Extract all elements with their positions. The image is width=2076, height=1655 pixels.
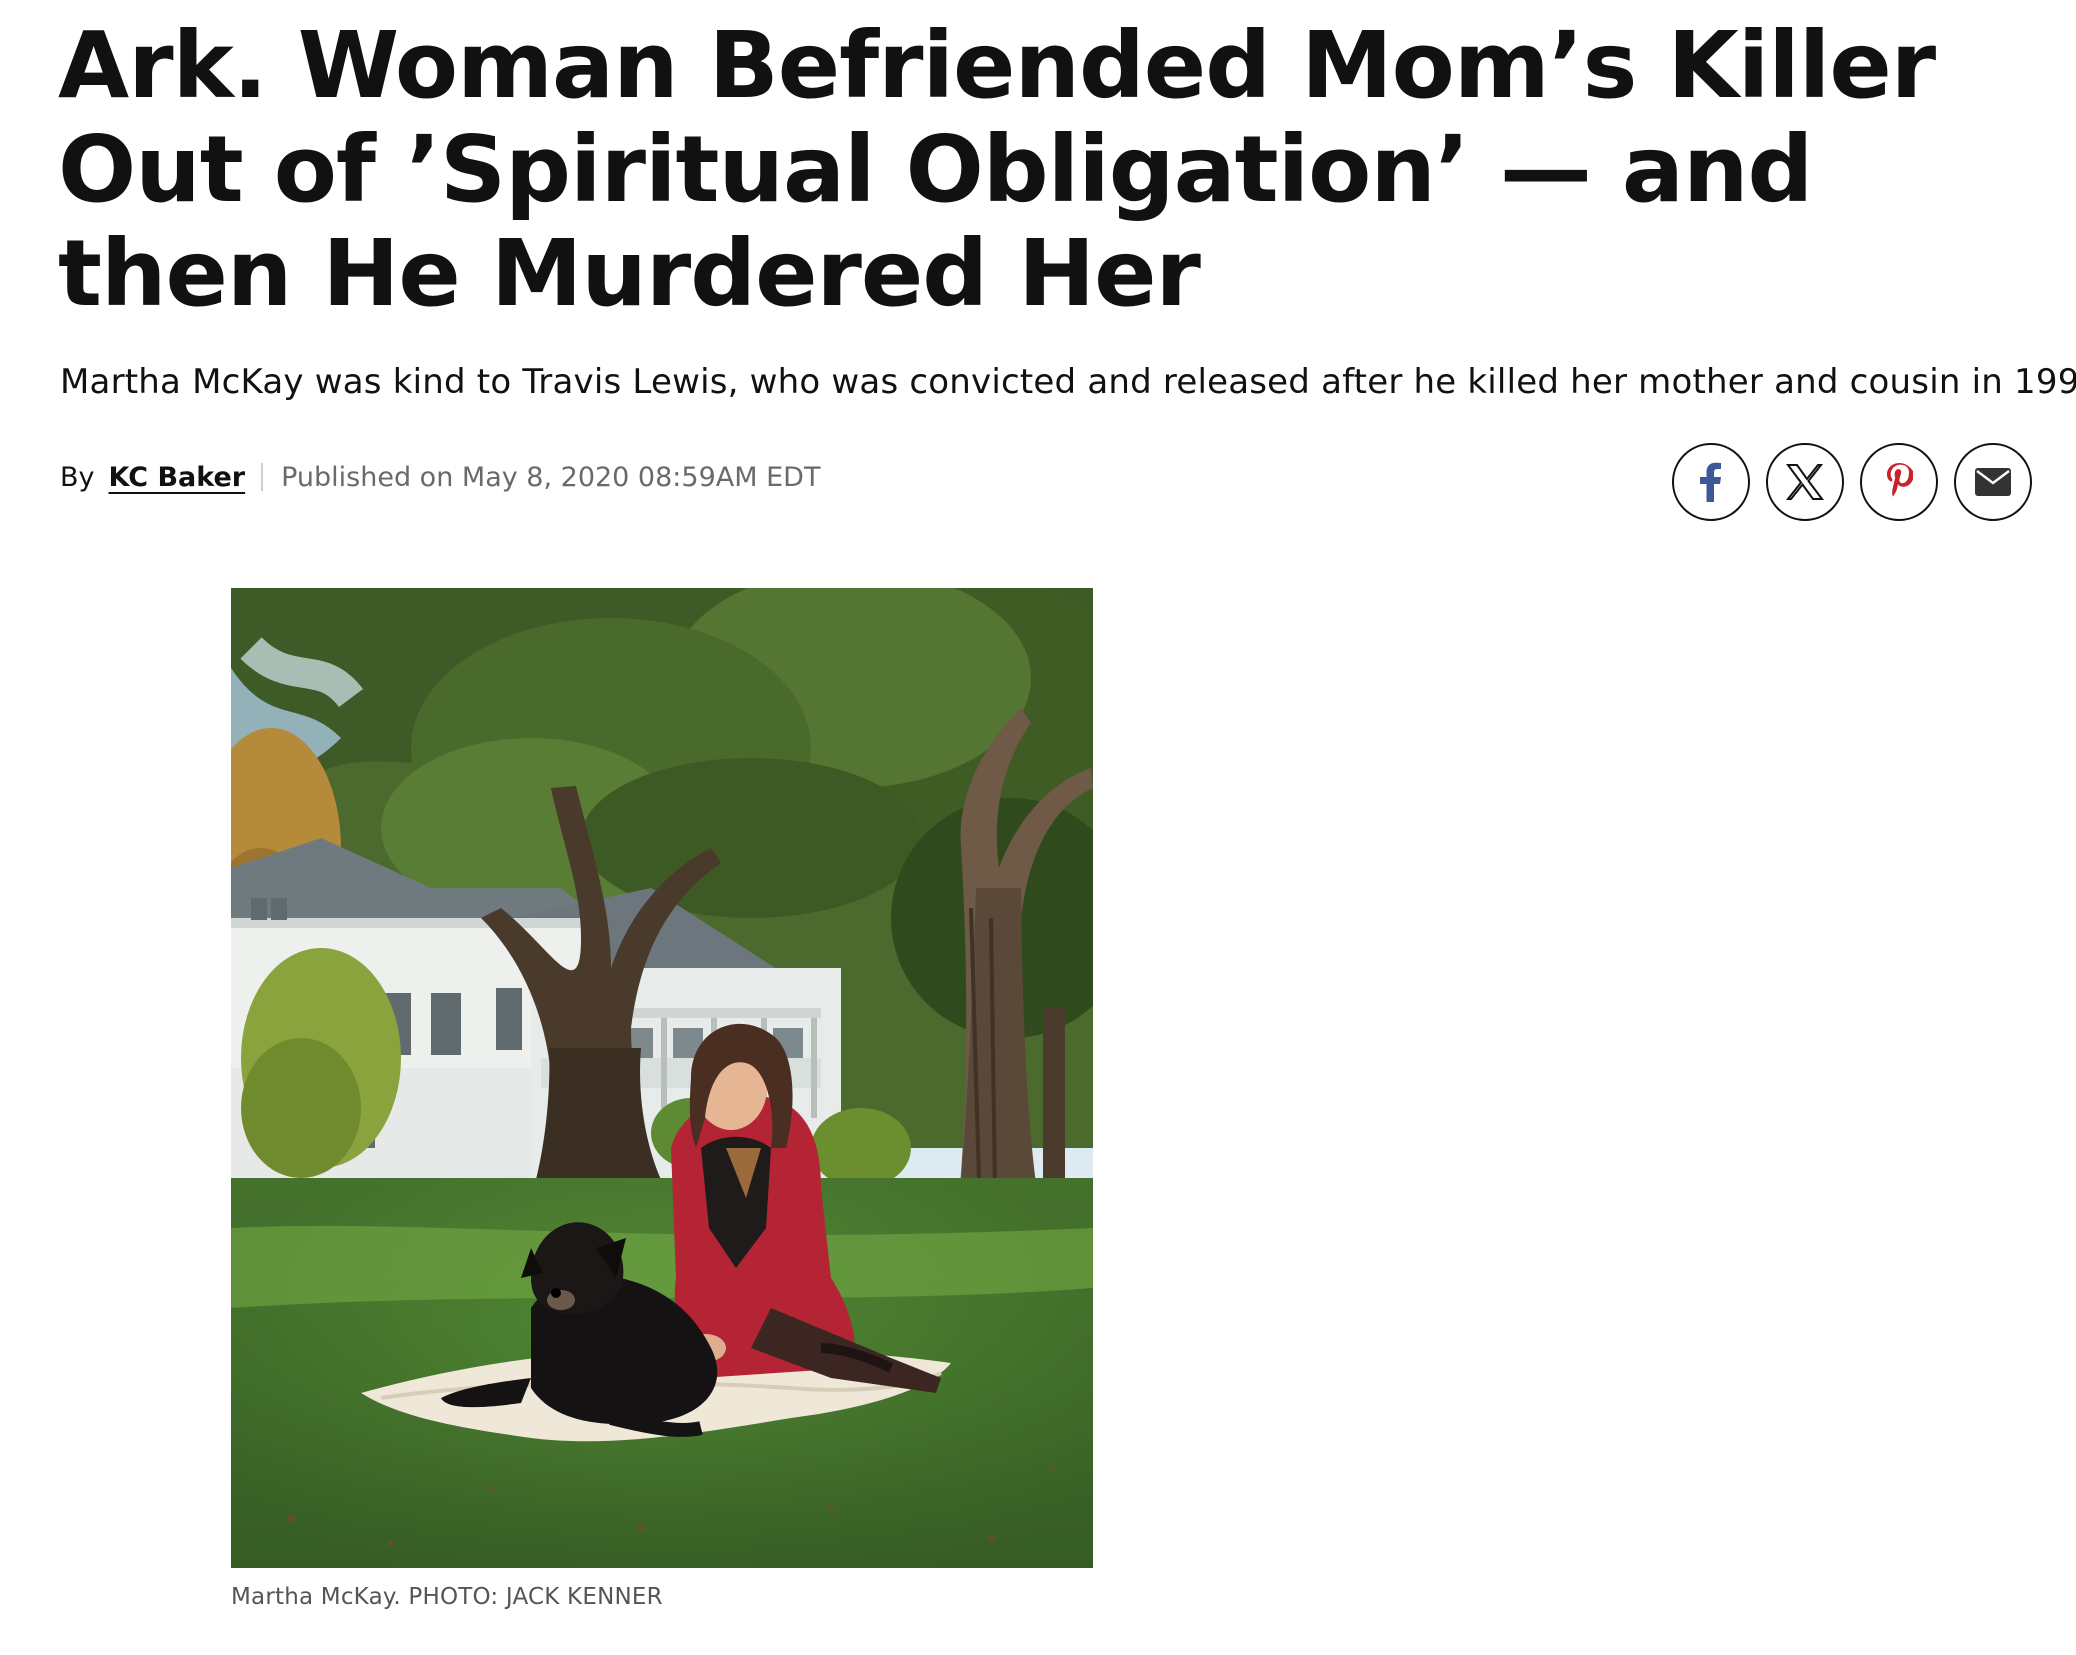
x-icon	[1786, 464, 1824, 500]
headline: Ark. Woman Befriended Mom’s Killer Out o…	[58, 12, 1936, 327]
byline: By KC Baker Published on May 8, 2020 08:…	[60, 455, 820, 499]
pinterest-icon	[1885, 462, 1913, 502]
byline-by-label: By	[60, 461, 95, 493]
facebook-share-button[interactable]	[1672, 443, 1750, 521]
x-share-button[interactable]	[1766, 443, 1844, 521]
lead-figure: Martha McKay. PHOTO: JACK KENNER	[231, 588, 1093, 1610]
author-link[interactable]: KC Baker	[109, 462, 246, 493]
subheadline: Martha McKay was kind to Travis Lewis, w…	[60, 362, 2076, 402]
email-icon	[1975, 468, 2011, 496]
photo-caption: Martha McKay. PHOTO: JACK KENNER	[231, 1584, 663, 1610]
pinterest-share-button[interactable]	[1860, 443, 1938, 521]
email-share-button[interactable]	[1954, 443, 2032, 521]
publish-date: Published on May 8, 2020 08:59AM EDT	[281, 461, 821, 493]
facebook-icon	[1700, 462, 1722, 502]
article: Ark. Woman Befriended Mom’s Killer Out o…	[58, 0, 2076, 1655]
byline-divider	[261, 463, 264, 491]
lead-photo	[231, 588, 1093, 1568]
share-bar	[1672, 443, 2032, 521]
